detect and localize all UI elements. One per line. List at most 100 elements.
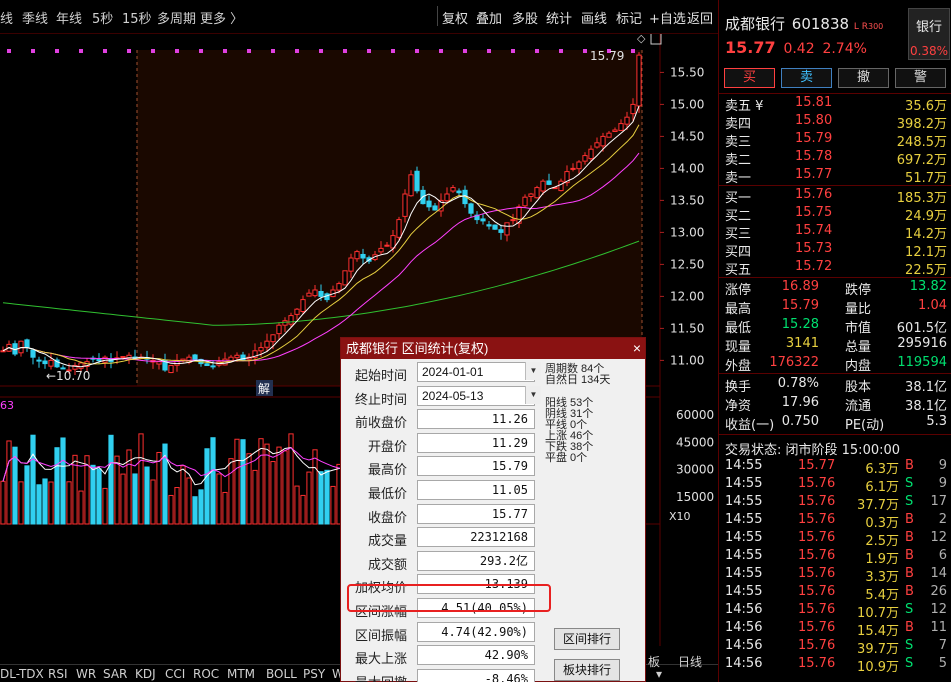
bid-row[interactable]: 买五 15.72 22.5万 [725,259,947,278]
period-5s-button[interactable]: 5秒 [92,8,113,27]
tick-volume: 1.9万 [865,552,899,567]
tab-kdj[interactable]: KDJ [135,667,156,681]
candle-body [486,224,492,227]
tick-row: 14:55 15.76 2.5万 B 12 [725,530,947,549]
tick-time: 14:55 [725,494,763,509]
tab-boll[interactable]: BOLL [266,667,297,681]
diamond-icon[interactable]: ◇ [637,34,646,45]
tick-count: 14 [930,566,947,581]
candle-body [168,365,174,374]
stat-days: 自然日 134天 [545,374,611,386]
fund-label: PE(动) [845,418,885,433]
bid-row[interactable]: 买二 15.75 24.9万 [725,205,947,224]
tab-roc[interactable]: ROC [193,667,219,681]
sell-button[interactable]: 卖 [781,68,832,88]
date-picker[interactable]: 2024-05-13 [417,385,535,406]
highlight-box [347,584,551,612]
date-picker[interactable]: 2024-01-01 [417,362,535,382]
ask-row[interactable]: 卖四 15.80 398.2万 [725,113,947,132]
volume-bar [120,473,126,525]
stat-value: 16.89 [781,279,819,294]
sector-box[interactable]: 银行 0.38% [908,8,950,60]
candle-body [270,334,276,343]
tab-daily[interactable]: 日线 [678,653,702,670]
volume-bar [144,466,150,525]
tab-wr[interactable]: WR [76,667,96,681]
tab-sar[interactable]: SAR [103,667,127,681]
candle-body [342,270,348,286]
bid-label: 买二 [725,209,752,224]
sector-rank-button[interactable]: 板块排行 [554,659,620,681]
stat-label: 现量 [725,340,752,355]
volume-bar [54,447,60,525]
candle-body [498,229,504,233]
cancel-order-button[interactable]: 撤 [838,68,889,88]
field-value: 42.90% [417,645,535,666]
field-row: 最大上涨 42.90% [341,645,541,667]
price-axis: 15.50 15.00 14.50 14.00 13.50 13.00 12.50 12.00… [660,65,704,367]
field-value: 11.26 [417,409,535,430]
fund-value: 0.750 [781,414,819,429]
chevron-down-icon[interactable]: ▼ [525,362,541,380]
tick-volume: 37.7万 [857,498,899,513]
stat-label: 市值 [845,321,872,336]
period-15s-button[interactable]: 15秒 [122,8,152,27]
restore-rights-button[interactable]: 复权 [442,8,468,27]
multi-stock-button[interactable]: 多股 [512,8,538,27]
volume-bar [90,464,96,525]
stat-label: 跌停 [845,283,872,298]
tick-time: 14:55 [725,584,763,599]
field-row: 区间振幅 4.74(42.90%) [341,621,541,644]
draw-line-button[interactable]: 画线 [581,8,607,27]
range-rank-button[interactable]: 区间排行 [554,628,620,650]
candle-body [492,224,498,230]
add-watchlist-button[interactable]: +自选 [649,8,686,27]
alert-button[interactable]: 警 [895,68,946,88]
tick-side: S [905,476,914,491]
dialog-title-bar[interactable]: 成都银行 区间统计(复权) × [341,338,645,359]
tab-psy[interactable]: PSY [303,667,325,681]
ask-row[interactable]: 卖三 15.79 248.5万 [725,131,947,150]
ask-price: 15.78 [795,149,833,164]
period-quarter-button[interactable]: 季线 [22,8,48,27]
candle-body [336,283,342,291]
bid-row[interactable]: 买三 15.74 14.2万 [725,223,947,242]
multi-period-button[interactable]: 多周期 [157,8,196,27]
volume-bar [312,449,318,525]
price-tick-label: 11.00 [670,353,704,367]
tab-cci[interactable]: CCI [165,667,185,681]
close-icon[interactable]: × [633,338,641,359]
tick-row: 14:56 15.76 10.9万 S 5 [725,656,947,675]
signal-dot [415,49,419,53]
tick-price: 15.76 [798,602,836,617]
signal-dot [127,49,131,53]
overlay-button[interactable]: 叠加 [476,8,502,27]
ask-row[interactable]: 卖二 15.78 697.2万 [725,149,947,168]
period-year-button[interactable]: 年线 [56,8,82,27]
scroll-down-icon[interactable]: ▾ [656,667,662,681]
candle-body [546,180,552,185]
ask-row[interactable]: 卖一 15.77 51.7万 [725,167,947,186]
chevron-down-icon[interactable]: ▼ [525,385,541,404]
stat-value: 601.5亿 [896,321,947,336]
tab-dl-tdx[interactable]: DL-TDX [0,667,44,681]
tab-rsi[interactable]: RSI [48,667,68,681]
period-week-button[interactable]: 线 [0,8,13,27]
statistics-button[interactable]: 统计 [546,8,572,27]
candle-body [522,196,528,207]
fund-label: 收益(一) [725,418,775,433]
stat-label: 量比 [845,302,872,317]
divider [719,434,951,435]
bid-row[interactable]: 买一 15.76 185.3万 [725,187,947,206]
mark-button[interactable]: 标记 [616,8,642,27]
more-periods-button[interactable]: 更多 〉 [200,8,243,27]
candle-body [36,359,42,362]
ask-row[interactable]: 卖五 ¥ 15.81 35.6万 [725,95,947,114]
buy-button[interactable]: 买 [724,68,775,88]
bid-row[interactable]: 买四 15.73 12.1万 [725,241,947,260]
back-button[interactable]: 返回 [687,8,713,27]
candle-body [348,257,354,272]
tab-mtm[interactable]: MTM [227,667,255,681]
stat-label: 内盘 [845,359,872,374]
candle-body [276,324,282,335]
